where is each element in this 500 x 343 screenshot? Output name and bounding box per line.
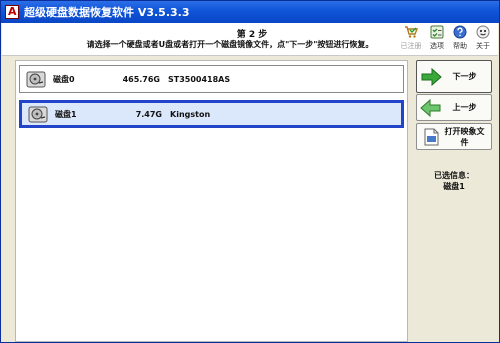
options-checklist-icon (430, 25, 444, 39)
options-label: 选项 (430, 42, 444, 50)
window-title: 超级硬盘数据恢复软件 V3.5.3.3 (24, 6, 190, 19)
disk-size: 465.76G (122, 74, 160, 84)
image-file-icon (424, 128, 439, 145)
about-label: 关于 (476, 42, 490, 50)
app-logo-icon (5, 5, 19, 19)
disk-name: 磁盘1 (55, 109, 77, 119)
step-description: 请选择一个硬盘或者U盘或者打开一个磁盘镜像文件，点"下一步"按钮进行恢复。 (86, 40, 374, 49)
hard-drive-icon (28, 106, 48, 122)
about-button[interactable]: 关于 (472, 25, 494, 55)
prev-button[interactable]: 上一步 (416, 94, 492, 121)
open-image-label: 打开映象文件 (444, 126, 485, 147)
disk-row-1[interactable]: 磁盘1 7.47G Kingston (19, 100, 404, 128)
help-button[interactable]: 帮助 (449, 25, 471, 55)
open-image-button[interactable]: 打开映象文件 (416, 123, 492, 150)
disk-row-0[interactable]: 磁盘0 465.76G ST3500418AS (19, 65, 404, 93)
app-window: 超级硬盘数据恢复软件 V3.5.3.3 第 2 步 请选择一个硬盘或者U盘或者打… (0, 0, 500, 343)
disk-size: 7.47G (135, 109, 162, 119)
disk-list: 磁盘0 465.76G ST3500418AS 磁盘1 7.47G Kingst… (15, 60, 408, 342)
next-button[interactable]: 下一步 (416, 60, 492, 93)
shopping-cart-icon (405, 26, 418, 38)
disk-model: ST3500418AS (168, 74, 231, 84)
disk-name: 磁盘0 (53, 74, 75, 84)
registered-button[interactable]: 已注册 (400, 25, 422, 55)
registered-label: 已注册 (400, 42, 422, 50)
selection-label: 已选信息： (434, 171, 474, 180)
prev-label: 上一步 (452, 103, 477, 112)
arrow-left-icon (420, 98, 441, 117)
main-panel: 磁盘0 465.76G ST3500418AS 磁盘1 7.47G Kingst… (2, 57, 498, 342)
help-icon (453, 25, 467, 39)
next-label: 下一步 (452, 72, 477, 81)
arrow-right-icon (421, 67, 442, 86)
step-header: 第 2 步 请选择一个硬盘或者U盘或者打开一个磁盘镜像文件，点"下一步"按钮进行… (2, 23, 498, 56)
action-sidebar: 下一步 上一步 打开映象文件 已选信息： 磁盘1 (416, 57, 498, 342)
about-info-icon (476, 25, 490, 39)
disk-model: Kingston (170, 109, 211, 119)
selection-value: 磁盘1 (443, 182, 465, 191)
title-bar[interactable]: 超级硬盘数据恢复软件 V3.5.3.3 (1, 1, 499, 23)
hard-drive-icon (26, 71, 46, 87)
selection-info: 已选信息： 磁盘1 (416, 170, 492, 192)
help-label: 帮助 (453, 42, 467, 50)
options-button[interactable]: 选项 (426, 25, 448, 55)
